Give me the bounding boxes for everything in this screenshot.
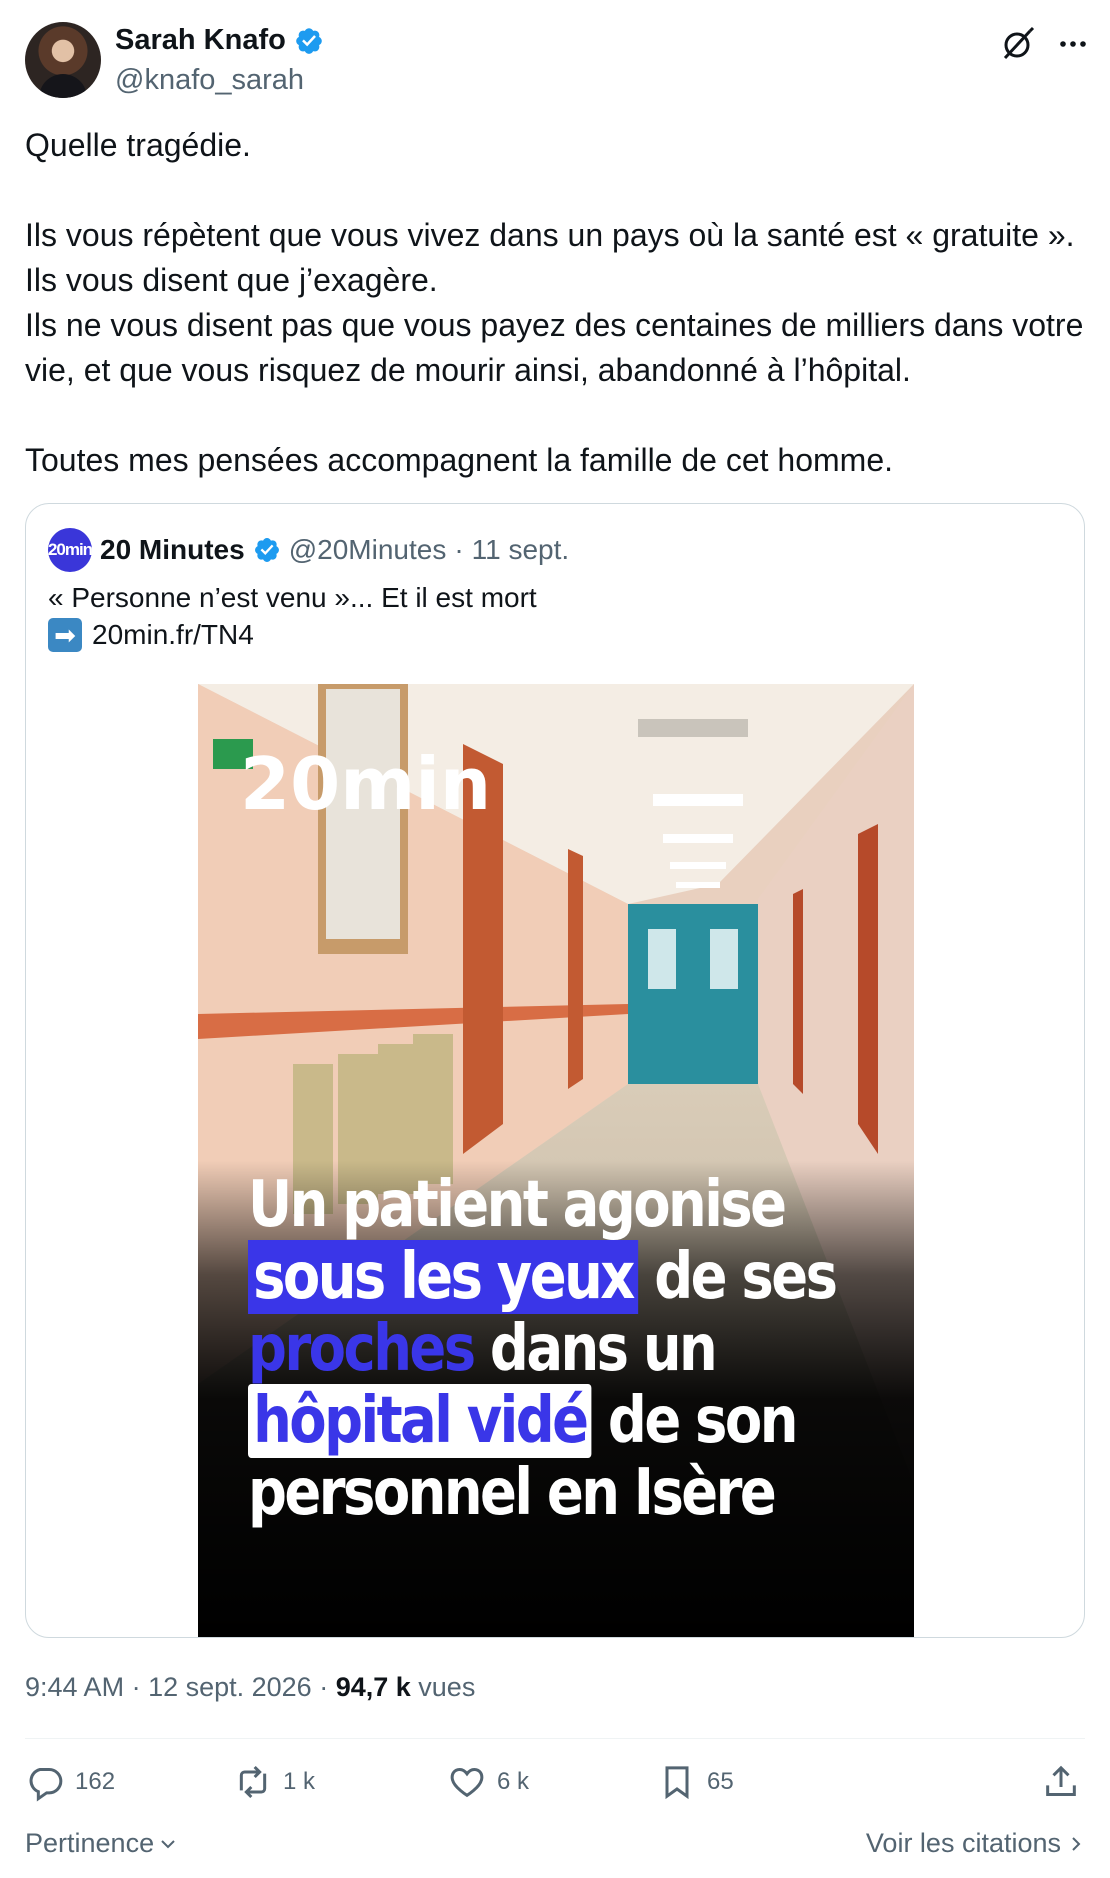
headline-line-5: personnel en Isère	[248, 1456, 777, 1530]
quoted-author-name[interactable]: 20 Minutes	[100, 534, 245, 566]
headline-highlight-3: hôpital vidé	[248, 1384, 592, 1458]
reply-button[interactable]: 162	[25, 1762, 115, 1802]
headline-line-2: sous les yeux de ses	[248, 1240, 894, 1314]
like-count: 6 k	[497, 1768, 530, 1795]
headline-line-3-rest: dans un	[473, 1312, 718, 1386]
like-button[interactable]: 6 k	[447, 1762, 529, 1802]
repost-icon	[239, 1765, 267, 1799]
verified-badge-icon	[254, 538, 279, 562]
quoted-author-handle[interactable]: @20Minutes	[289, 534, 447, 566]
view-quotes-link[interactable]: Voir les citations	[866, 1828, 1085, 1859]
reply-icon	[29, 1768, 63, 1802]
author-name-row[interactable]: Sarah Knafo	[115, 24, 324, 57]
headline-line-1: Un patient agonise	[248, 1168, 787, 1242]
action-bar: 162 1 k 6 k 65	[25, 1762, 1085, 1812]
chevron-right-icon	[1072, 1836, 1081, 1851]
tweet-time[interactable]: 9:44 AM	[25, 1672, 124, 1702]
headline-highlight-2: proches	[248, 1312, 476, 1386]
headline-line-4: hôpital vidé de son	[248, 1384, 894, 1458]
reply-count: 162	[75, 1768, 116, 1795]
share-button[interactable]	[1041, 1762, 1081, 1802]
quoted-text: « Personne n’est venu »... Et il est mor…	[48, 582, 537, 613]
bookmark-count: 65	[707, 1768, 734, 1795]
heart-icon	[450, 1767, 484, 1798]
20min-logo: 20min	[240, 742, 491, 826]
views-count: 94,7 k	[335, 1672, 411, 1702]
verified-badge-icon	[296, 27, 322, 54]
headline-line-3: proches dans un	[248, 1313, 894, 1385]
headline-highlight-1: sous les yeux	[248, 1240, 638, 1314]
quoted-date[interactable]: 11 sept.	[472, 534, 570, 566]
quoted-link[interactable]: 20min.fr/TN4	[92, 619, 254, 651]
sort-label: Pertinence	[25, 1828, 155, 1858]
quoted-link-row: ➡ 20min.fr/TN4	[48, 618, 254, 652]
chevron-down-icon	[161, 1839, 175, 1848]
share-icon	[1046, 1765, 1076, 1796]
tweet-date[interactable]: 12 sept. 2026	[148, 1672, 312, 1702]
author-handle[interactable]: @knafo_sarah	[115, 64, 304, 97]
repost-button[interactable]: 1 k	[233, 1762, 315, 1802]
separator-dot: ·	[311, 1672, 336, 1702]
divider	[25, 1738, 1085, 1739]
headline-line-2-rest: de ses	[637, 1240, 838, 1314]
repost-count: 1 k	[283, 1768, 316, 1795]
tweet-text: Quelle tragédie. Ils vous répètent que v…	[25, 127, 1084, 478]
tweet-meta: 9:44 AM · 12 sept. 2026 · 94,7 k vues	[25, 1672, 475, 1703]
bookmark-icon	[665, 1766, 689, 1800]
avatar[interactable]	[25, 22, 101, 98]
more-options-icon[interactable]	[1055, 26, 1091, 62]
views-label: vues	[410, 1672, 476, 1702]
sort-dropdown[interactable]: Pertinence	[25, 1828, 178, 1859]
separator-dot: ·	[124, 1672, 149, 1702]
bookmark-button[interactable]: 65	[657, 1762, 734, 1802]
quoted-media-image[interactable]: 20min Un patient agonise sous les yeux d…	[198, 684, 914, 1637]
separator-dot: ·	[454, 534, 464, 565]
quoted-avatar[interactable]: 20min	[48, 528, 93, 572]
headline-line-4-rest: de son	[591, 1384, 799, 1458]
grok-icon[interactable]	[997, 24, 1037, 64]
quoted-tweet-header: 20min 20 Minutes @20Minutes · 11 sept.	[48, 528, 569, 572]
image-headline: Un patient agonise sous les yeux de ses …	[248, 1169, 894, 1529]
right-arrow-icon: ➡	[48, 618, 82, 652]
quoted-tweet[interactable]: 20min 20 Minutes @20Minutes · 11 sept. «…	[25, 503, 1085, 1638]
tweet-header: Sarah Knafo @knafo_sarah	[25, 20, 1086, 100]
author-name[interactable]: Sarah Knafo	[115, 24, 286, 57]
view-quotes-label: Voir les citations	[865, 1828, 1061, 1858]
